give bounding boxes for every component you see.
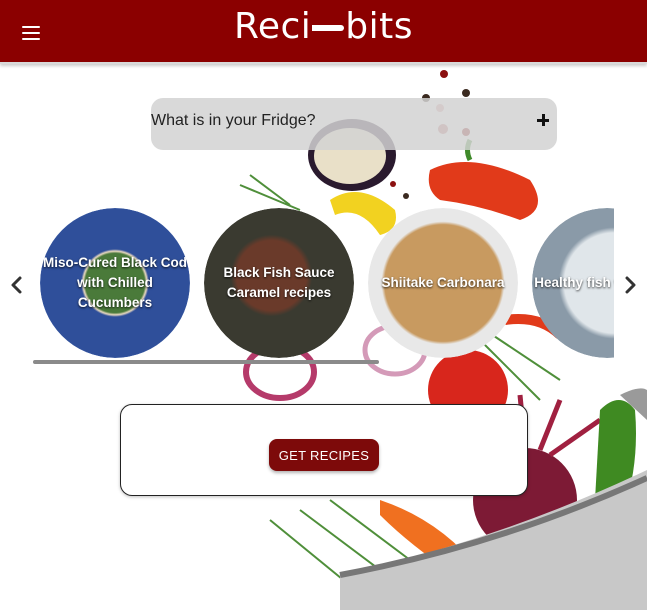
- recipe-carousel: Miso-Cured Black Cod with Chilled Cucumb…: [0, 200, 647, 370]
- carousel-prev-button[interactable]: [6, 274, 28, 296]
- plus-icon[interactable]: [535, 111, 553, 129]
- recipe-card[interactable]: Miso-Cured Black Cod with Chilled Cucumb…: [40, 208, 190, 358]
- carousel-next-button[interactable]: [619, 274, 641, 296]
- fridge-ingredient-input[interactable]: What is in your Fridge?: [151, 98, 557, 150]
- get-recipes-panel: GET RECIPES: [120, 404, 528, 496]
- chevron-right-icon: [625, 276, 636, 294]
- recipe-card[interactable]: Shiitake Carbonara: [368, 208, 518, 358]
- fridge-prompt: What is in your Fridge?: [151, 112, 316, 129]
- recipe-title: Miso-Cured Black Cod with Chilled Cucumb…: [42, 255, 188, 310]
- app-header: Reci bits: [0, 0, 647, 64]
- recipe-title: Black Fish Sauce Caramel recipes: [223, 265, 335, 300]
- brand-right: bits: [345, 6, 414, 47]
- chevron-left-icon: [11, 276, 22, 294]
- app-logo: Reci bits: [0, 6, 647, 47]
- knife-icon: [312, 25, 345, 31]
- get-recipes-button[interactable]: GET RECIPES: [269, 439, 379, 471]
- carousel-viewport: Miso-Cured Black Cod with Chilled Cucumb…: [32, 200, 614, 360]
- brand-left: Reci: [233, 6, 312, 47]
- recipe-card[interactable]: Healthy fish with tartar: [532, 208, 614, 358]
- recipe-title: Healthy fish with tartar: [534, 275, 614, 290]
- recipe-title: Shiitake Carbonara: [381, 275, 505, 290]
- carousel-scrollbar[interactable]: [33, 360, 379, 364]
- recipe-card[interactable]: Black Fish Sauce Caramel recipes: [204, 208, 354, 358]
